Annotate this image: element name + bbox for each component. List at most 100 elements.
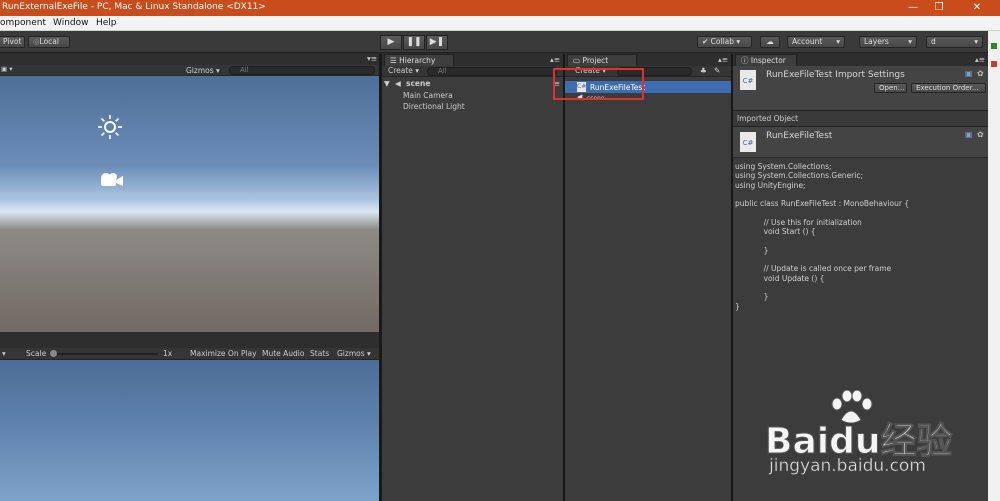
scene-toolbar: ▣ ▾ Gizmos ▾ All (0, 65, 379, 76)
project-tab-strip: ▭ Project ▴≡ (565, 54, 731, 66)
panel-menu-icon[interactable]: ▴≡ (975, 55, 985, 64)
menu-window[interactable]: Window (53, 18, 89, 28)
help-book-icon[interactable]: ▣ (965, 69, 973, 78)
inspector-tab-strip: ⓘ Inspector ▴≡ (733, 54, 988, 66)
scene-tab-strip: ▾≡ (0, 54, 379, 65)
unity-scene-icon: ◀ (395, 79, 401, 88)
scene-search-input[interactable]: All (229, 66, 375, 75)
red-indicator-icon (991, 61, 997, 67)
tab-label: Inspector (750, 56, 786, 65)
collab-label: Collab ▾ (710, 37, 741, 46)
cloud-button[interactable]: ☁ (760, 36, 780, 48)
imported-object-label: Imported Object (737, 114, 799, 123)
tab-hierarchy[interactable]: ☰ Hierarchy (384, 54, 454, 66)
scene-gizmos-dropdown[interactable]: Gizmos ▾ (186, 66, 220, 75)
tab-project[interactable]: ▭ Project (567, 54, 637, 66)
game-gizmos-dropdown[interactable]: Gizmos ▾ (337, 349, 371, 358)
collab-button[interactable]: ✔ Collab ▾ (697, 36, 752, 48)
chevron-down-icon: ▾ (836, 37, 840, 46)
close-button[interactable]: ✕ (962, 0, 992, 16)
local-toggle[interactable]: ◎Local (28, 36, 70, 48)
stats-toggle[interactable]: Stats (310, 349, 329, 358)
imported-object-header: C# RunExeFileTest ▣ ✿ (733, 127, 988, 158)
list-icon: ☰ (390, 56, 400, 65)
mute-audio-toggle[interactable]: Mute Audio (262, 349, 304, 358)
game-viewport[interactable] (0, 360, 379, 501)
right-edge-strip (988, 31, 1000, 501)
code-line: } (735, 245, 769, 255)
hierarchy-create-dropdown[interactable]: Create ▾ (388, 66, 419, 75)
code-line: void Start () { (735, 227, 816, 237)
local-label: Local (39, 37, 59, 46)
step-button[interactable]: ▶❚ (426, 35, 448, 50)
image-icon[interactable]: ▣ ▾ (1, 65, 12, 73)
filter-label-icon[interactable]: ✎ (714, 66, 720, 75)
pause-button[interactable]: ❚❚ (403, 35, 425, 50)
sun-icon[interactable] (97, 114, 123, 140)
code-line: void Update () { (735, 273, 825, 283)
camera-icon[interactable] (98, 171, 124, 189)
title-bar: RunExternalExeFile - PC, Mac & Linux Sta… (0, 0, 1000, 16)
project-panel (565, 54, 731, 501)
baidu-watermark: Baidu经验 jingyan.baidu.com (764, 390, 987, 478)
expand-arrow-icon[interactable]: ▼ (384, 79, 390, 88)
menu-component[interactable]: omponent (0, 18, 46, 28)
tab-label: Hierarchy (399, 56, 436, 65)
pivot-toggle[interactable]: Pivot (0, 36, 25, 48)
csharp-script-icon: C# (740, 70, 756, 90)
hierarchy-search-input[interactable]: All (427, 67, 557, 76)
search-placeholder: All (240, 66, 249, 74)
code-line: using System.Collections; (735, 162, 832, 171)
hierarchy-toolbar: Create ▾ All (382, 66, 563, 77)
layout-dropdown[interactable]: d ▾ (926, 36, 983, 48)
panel-menu-icon[interactable]: ▴≡ (718, 55, 728, 64)
maximize-on-play-toggle[interactable]: Maximize On Play (190, 349, 257, 358)
game-tab-strip (0, 332, 379, 348)
filter-type-icon[interactable]: ♣ (700, 66, 707, 75)
info-icon: ⓘ (741, 56, 751, 65)
scene-viewport[interactable] (0, 76, 379, 332)
panel-menu-icon[interactable]: ▾≡ (367, 54, 377, 63)
scale-slider[interactable] (50, 350, 158, 357)
game-toolbar: ▾ Scale 1x Maximize On Play Mute Audio S… (0, 348, 379, 360)
account-dropdown[interactable]: Account ▾ (787, 36, 845, 48)
hierarchy-tab-strip: ☰ Hierarchy ▴≡ (382, 54, 563, 66)
layout-label: d (931, 37, 936, 46)
execution-order-button[interactable]: Execution Order... (911, 83, 986, 93)
import-settings-title: RunExeFileTest Import Settings (766, 70, 905, 80)
scene-name: scene (406, 79, 431, 88)
hierarchy-item-directional-light[interactable]: Directional Light (403, 102, 465, 111)
slider-thumb[interactable] (50, 350, 57, 357)
code-line: } (735, 301, 740, 311)
scale-label: Scale (26, 349, 47, 358)
tab-inspector[interactable]: ⓘ Inspector (735, 54, 797, 66)
display-dropdown[interactable]: ▾ (2, 349, 6, 358)
scale-value: 1x (163, 349, 173, 358)
open-button[interactable]: Open... (874, 83, 907, 93)
maximize-button[interactable]: ❐ (924, 0, 954, 16)
layers-dropdown[interactable]: Layers ▾ (859, 36, 917, 48)
layers-label: Layers (864, 37, 889, 46)
account-label: Account (792, 37, 823, 46)
hierarchy-item-main-camera[interactable]: Main Camera (403, 91, 453, 100)
play-button[interactable]: ▶ (380, 35, 402, 50)
scene-root-row[interactable]: ▼ ◀ scene ≡ (384, 79, 562, 90)
window-title: RunExternalExeFile - PC, Mac & Linux Sta… (2, 2, 266, 12)
gear-icon[interactable]: ✿ (977, 130, 984, 139)
code-line: using UnityEngine; (735, 180, 806, 190)
help-book-icon[interactable]: ▣ (965, 130, 973, 139)
imported-object-section: Imported Object (733, 110, 988, 127)
code-line: public class RunExeFileTest : MonoBehavi… (735, 199, 910, 209)
search-placeholder: All (438, 67, 447, 75)
gear-icon[interactable]: ✿ (977, 69, 984, 78)
collab-check-icon: ✔ (702, 37, 711, 46)
imported-object-name: RunExeFileTest (766, 131, 833, 141)
menu-help[interactable]: Help (96, 18, 117, 28)
code-line: // Use this for initialization (735, 217, 862, 227)
chevron-down-icon: ▾ (974, 37, 978, 46)
highlight-box (553, 68, 644, 100)
cloud-icon: ☁ (766, 37, 774, 46)
gizmos-label: Gizmos (186, 66, 214, 75)
panel-menu-icon[interactable]: ▴≡ (550, 55, 560, 64)
main-toolbar: Pivot ◎Local ▶ ❚❚ ▶❚ ✔ Collab ▾ ☁ Accoun… (0, 31, 1000, 53)
